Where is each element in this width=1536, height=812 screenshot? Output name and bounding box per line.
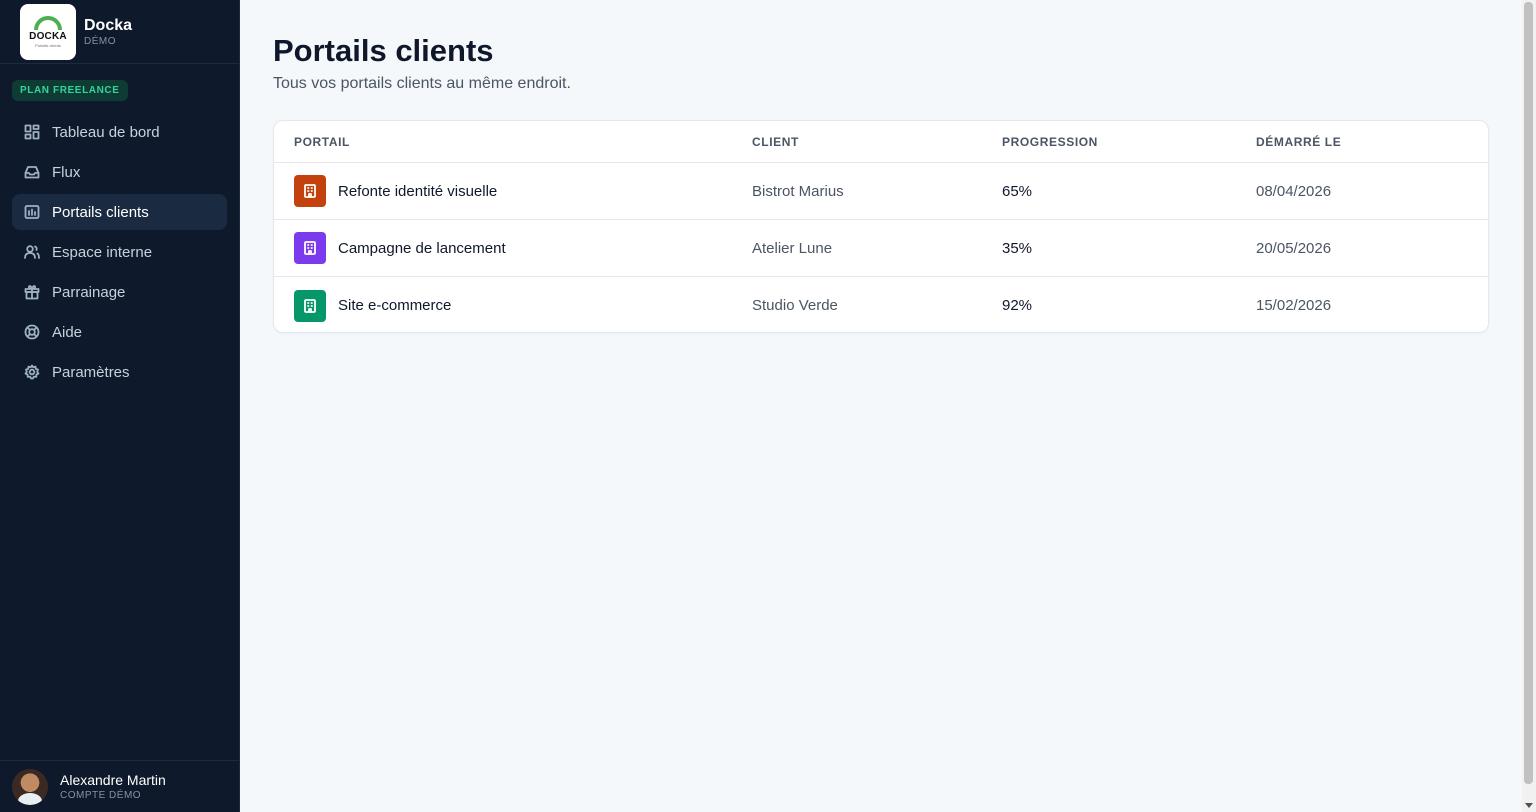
sidebar-item-flux[interactable]: Flux <box>12 154 227 190</box>
client-name: Bistrot Marius <box>752 182 844 200</box>
user-name: Alexandre Martin <box>60 771 166 788</box>
sidebar-item-parrainage[interactable]: Parrainage <box>12 274 227 310</box>
sidebar-item-aide[interactable]: Aide <box>12 314 227 350</box>
gift-icon <box>24 284 40 300</box>
sidebar-item-label: Tableau de bord <box>52 123 160 141</box>
sidebar-item-label: Paramètres <box>52 363 130 381</box>
lifebuoy-icon <box>24 324 40 340</box>
start-date: 08/04/2026 <box>1256 182 1332 200</box>
building-icon <box>294 175 326 207</box>
logo-tagline: Portails clients <box>35 42 61 48</box>
building-icon <box>294 232 326 264</box>
portal-name[interactable]: Campagne de lancement <box>338 240 506 257</box>
portals-table: PORTAIL CLIENT PROGRESSION DÉMARRÉ LE Re… <box>273 120 1489 333</box>
page-subtitle: Tous vos portails clients au même endroi… <box>273 75 571 92</box>
client-name: Studio Verde <box>752 297 838 314</box>
portal-icon <box>24 204 40 220</box>
table-row[interactable]: Campagne de lancement Atelier Lune 35% 2… <box>274 220 1488 277</box>
scrollbar-thumb[interactable] <box>1524 2 1533 784</box>
user-role: COMPTE DÉMO <box>60 789 142 801</box>
sidebar-item-label: Flux <box>52 163 81 181</box>
sidebar-item-portails-clients[interactable]: Portails clients <box>12 194 227 230</box>
brand-tag: DÉMO <box>84 35 116 47</box>
table-row[interactable]: Site e-commerce Studio Verde 92% 15/02/2… <box>274 277 1488 332</box>
progress-value: 92% <box>1002 297 1033 314</box>
sidebar-item-label: Espace interne <box>52 243 153 261</box>
building-icon <box>294 289 326 322</box>
table-header: PORTAIL CLIENT PROGRESSION DÉMARRÉ LE <box>274 121 1488 163</box>
user-profile[interactable]: Alexandre Martin COMPTE DÉMO <box>0 760 239 812</box>
scroll-down-arrow-icon[interactable] <box>1525 803 1533 808</box>
sidebar-item-espace-interne[interactable]: Espace interne <box>12 234 227 270</box>
main-content: Portails clients Tous vos portails clien… <box>240 0 1522 812</box>
logo-wordmark: DOCKA <box>29 30 67 42</box>
gear-icon <box>24 364 40 380</box>
portal-name[interactable]: Refonte identité visuelle <box>338 183 497 200</box>
sidebar-item-label: Portails clients <box>52 203 149 221</box>
sidebar-item-parametres[interactable]: Paramètres <box>12 354 227 390</box>
sidebar-nav: Tableau de bord Flux Portails clients Es… <box>12 114 227 394</box>
page-title: Portails clients <box>273 33 494 68</box>
portal-name[interactable]: Site e-commerce <box>338 297 451 314</box>
sidebar-item-label: Aide <box>52 323 83 341</box>
docka-logo[interactable]: DOCKA Portails clients <box>20 3 76 60</box>
client-name: Atelier Lune <box>752 239 833 257</box>
vertical-scrollbar[interactable] <box>1522 0 1536 812</box>
progress-value: 65% <box>1002 182 1033 200</box>
users-icon <box>24 244 40 260</box>
plan-badge: PLAN FREELANCE <box>12 80 128 101</box>
start-date: 15/02/2026 <box>1256 297 1332 314</box>
avatar <box>12 768 48 805</box>
table-row[interactable]: Refonte identité visuelle Bistrot Marius… <box>274 163 1488 220</box>
header-started: DÉMARRÉ LE <box>1256 134 1342 149</box>
sidebar-item-tableau-de-bord[interactable]: Tableau de bord <box>12 114 227 150</box>
start-date: 20/05/2026 <box>1256 239 1332 257</box>
header-portal: PORTAIL <box>294 134 350 149</box>
header-progress: PROGRESSION <box>1002 134 1098 149</box>
brand-name: Docka <box>84 16 133 34</box>
sidebar: DOCKA Portails clients Docka DÉMO PLAN F… <box>0 0 240 812</box>
dashboard-icon <box>24 124 40 140</box>
header-client: CLIENT <box>752 134 799 149</box>
progress-value: 35% <box>1002 239 1033 257</box>
brand-header: DOCKA Portails clients Docka DÉMO <box>0 0 239 64</box>
sidebar-item-label: Parrainage <box>52 283 126 301</box>
inbox-icon <box>24 164 40 180</box>
